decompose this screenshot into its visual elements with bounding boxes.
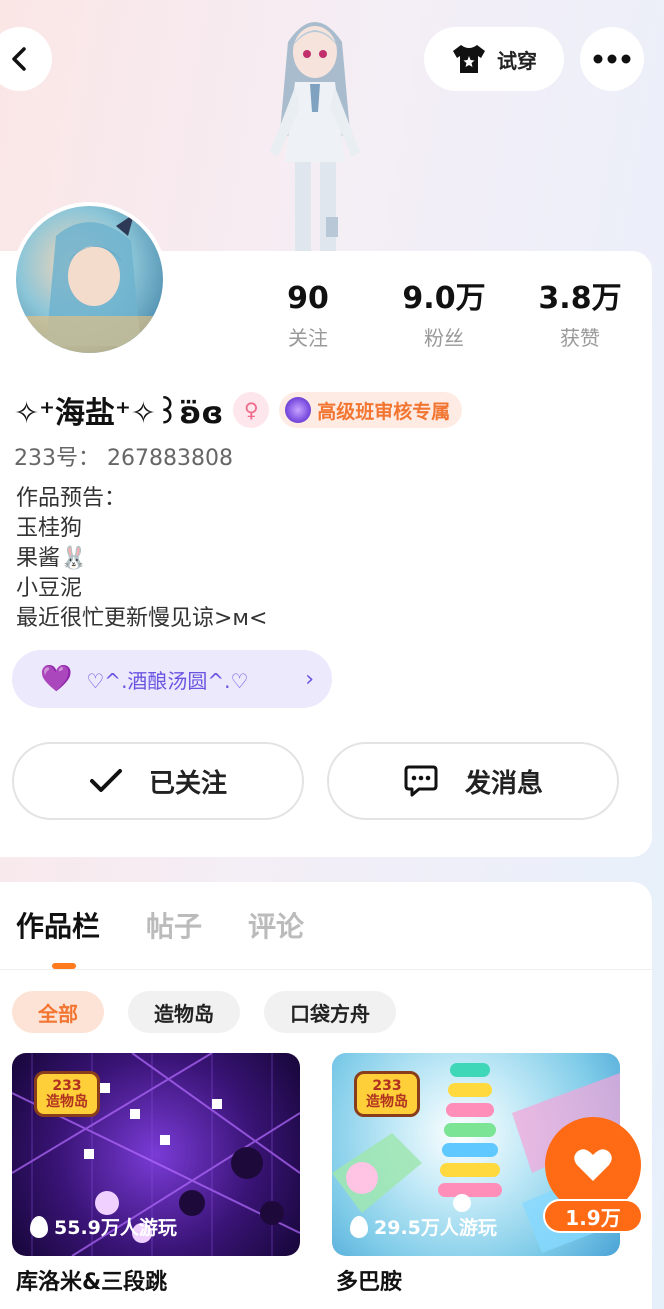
game-title[interactable]: 多巴胺 [336, 1264, 402, 1296]
tab-works[interactable]: 作品栏 [16, 905, 100, 945]
more-options-button[interactable] [580, 27, 644, 91]
stat-likes[interactable]: 3.8万 获赞 [512, 280, 648, 351]
tabs-divider [0, 969, 652, 970]
logo-text: 造物岛 [366, 1094, 408, 1110]
name-row: ✧⁺海盐⁺✧꒱ʚ⃛ɞ ♀ 高级班审核专属 [14, 388, 463, 432]
character-avatar-figure[interactable] [240, 12, 390, 252]
stat-following[interactable]: 90 关注 [240, 280, 376, 351]
stat-value: 9.0万 [402, 281, 486, 316]
double-heart-icon: 💜 [40, 664, 73, 694]
content-tabs: 作品栏 帖子 评论 [16, 905, 304, 945]
play-count-text: 29.5万人游玩 [374, 1217, 497, 1239]
game-card-kuromi[interactable]: 233 造物岛 55.9万人游玩 [12, 1053, 300, 1256]
bio-line: 小豆泥 [16, 576, 83, 601]
stat-label: 获赞 [560, 326, 600, 350]
stat-label: 粉丝 [424, 326, 464, 350]
female-gender-icon: ♀ [233, 392, 270, 428]
tshirt-icon [453, 45, 485, 73]
try-on-button[interactable]: 试穿 [424, 27, 564, 91]
flame-icon [350, 1215, 368, 1238]
avatar-portrait-image [16, 214, 163, 353]
play-count: 29.5万人游玩 [350, 1213, 497, 1240]
like-count-badge: 1.9万 [543, 1199, 643, 1233]
rank-badge-label: 高级班审核专属 [317, 400, 451, 423]
followed-label: 已关注 [148, 768, 227, 799]
chat-bubble-icon [404, 765, 438, 797]
followed-button[interactable]: 已关注 [12, 742, 304, 820]
bio-line: 玉桂狗 [16, 516, 83, 541]
bio-line: 作品预告： [16, 486, 127, 511]
send-message-button[interactable]: 发消息 [327, 742, 619, 820]
user-name: ✧⁺海盐⁺✧꒱ʚ⃛ɞ [14, 396, 224, 431]
creation-island-logo: 233 造物岛 [34, 1071, 100, 1117]
creation-island-logo: 233 造物岛 [354, 1071, 420, 1117]
chevron-left-icon [12, 47, 26, 71]
send-message-label: 发消息 [464, 768, 543, 799]
play-count-text: 55.9万人游玩 [54, 1217, 177, 1239]
fan-group-pill[interactable]: 💜 ♡^.酒酿汤圆^.♡ › [12, 650, 332, 708]
checkmark-icon [89, 769, 122, 792]
stat-value: 3.8万 [538, 281, 622, 316]
more-dots-icon [593, 54, 631, 64]
back-button[interactable] [0, 27, 52, 91]
logo-number: 233 [52, 1078, 82, 1094]
game-title[interactable]: 库洛米&三段跳 [16, 1264, 167, 1296]
play-count: 55.9万人游玩 [30, 1213, 177, 1240]
chevron-right-icon: › [305, 666, 314, 692]
bio-line: 最近很忙更新慢见谅>ᴍ< [16, 606, 268, 631]
filter-creation-island[interactable]: 造物岛 [128, 991, 240, 1033]
rank-badge[interactable]: 高级班审核专属 [279, 392, 463, 428]
user-id: 233号： 267883808 [14, 446, 233, 471]
flame-icon [30, 1215, 48, 1238]
stat-followers[interactable]: 9.0万 粉丝 [376, 280, 512, 351]
user-bio: 作品预告： 玉桂狗 果酱🐰 小豆泥 最近很忙更新慢见谅>ᴍ< [16, 484, 267, 634]
bio-line: 果酱🐰 [16, 546, 88, 571]
stat-label: 关注 [288, 326, 328, 350]
try-on-label: 试穿 [497, 48, 537, 73]
tab-comments[interactable]: 评论 [248, 905, 304, 945]
filter-all[interactable]: 全部 [12, 991, 104, 1033]
works-filter-chips: 全部 造物岛 口袋方舟 [12, 991, 396, 1033]
tab-posts[interactable]: 帖子 [146, 905, 202, 945]
filter-pocket-ark[interactable]: 口袋方舟 [264, 991, 396, 1033]
stat-value: 90 [287, 281, 329, 316]
heart-icon [574, 1149, 612, 1181]
user-avatar[interactable] [12, 202, 167, 357]
rank-badge-icon [285, 397, 312, 423]
logo-number: 233 [372, 1078, 402, 1094]
fan-group-name: ♡^.酒酿汤圆^.♡ [86, 668, 249, 693]
logo-text: 造物岛 [46, 1094, 88, 1110]
profile-stats: 90 关注 9.0万 粉丝 3.8万 获赞 [240, 280, 650, 351]
